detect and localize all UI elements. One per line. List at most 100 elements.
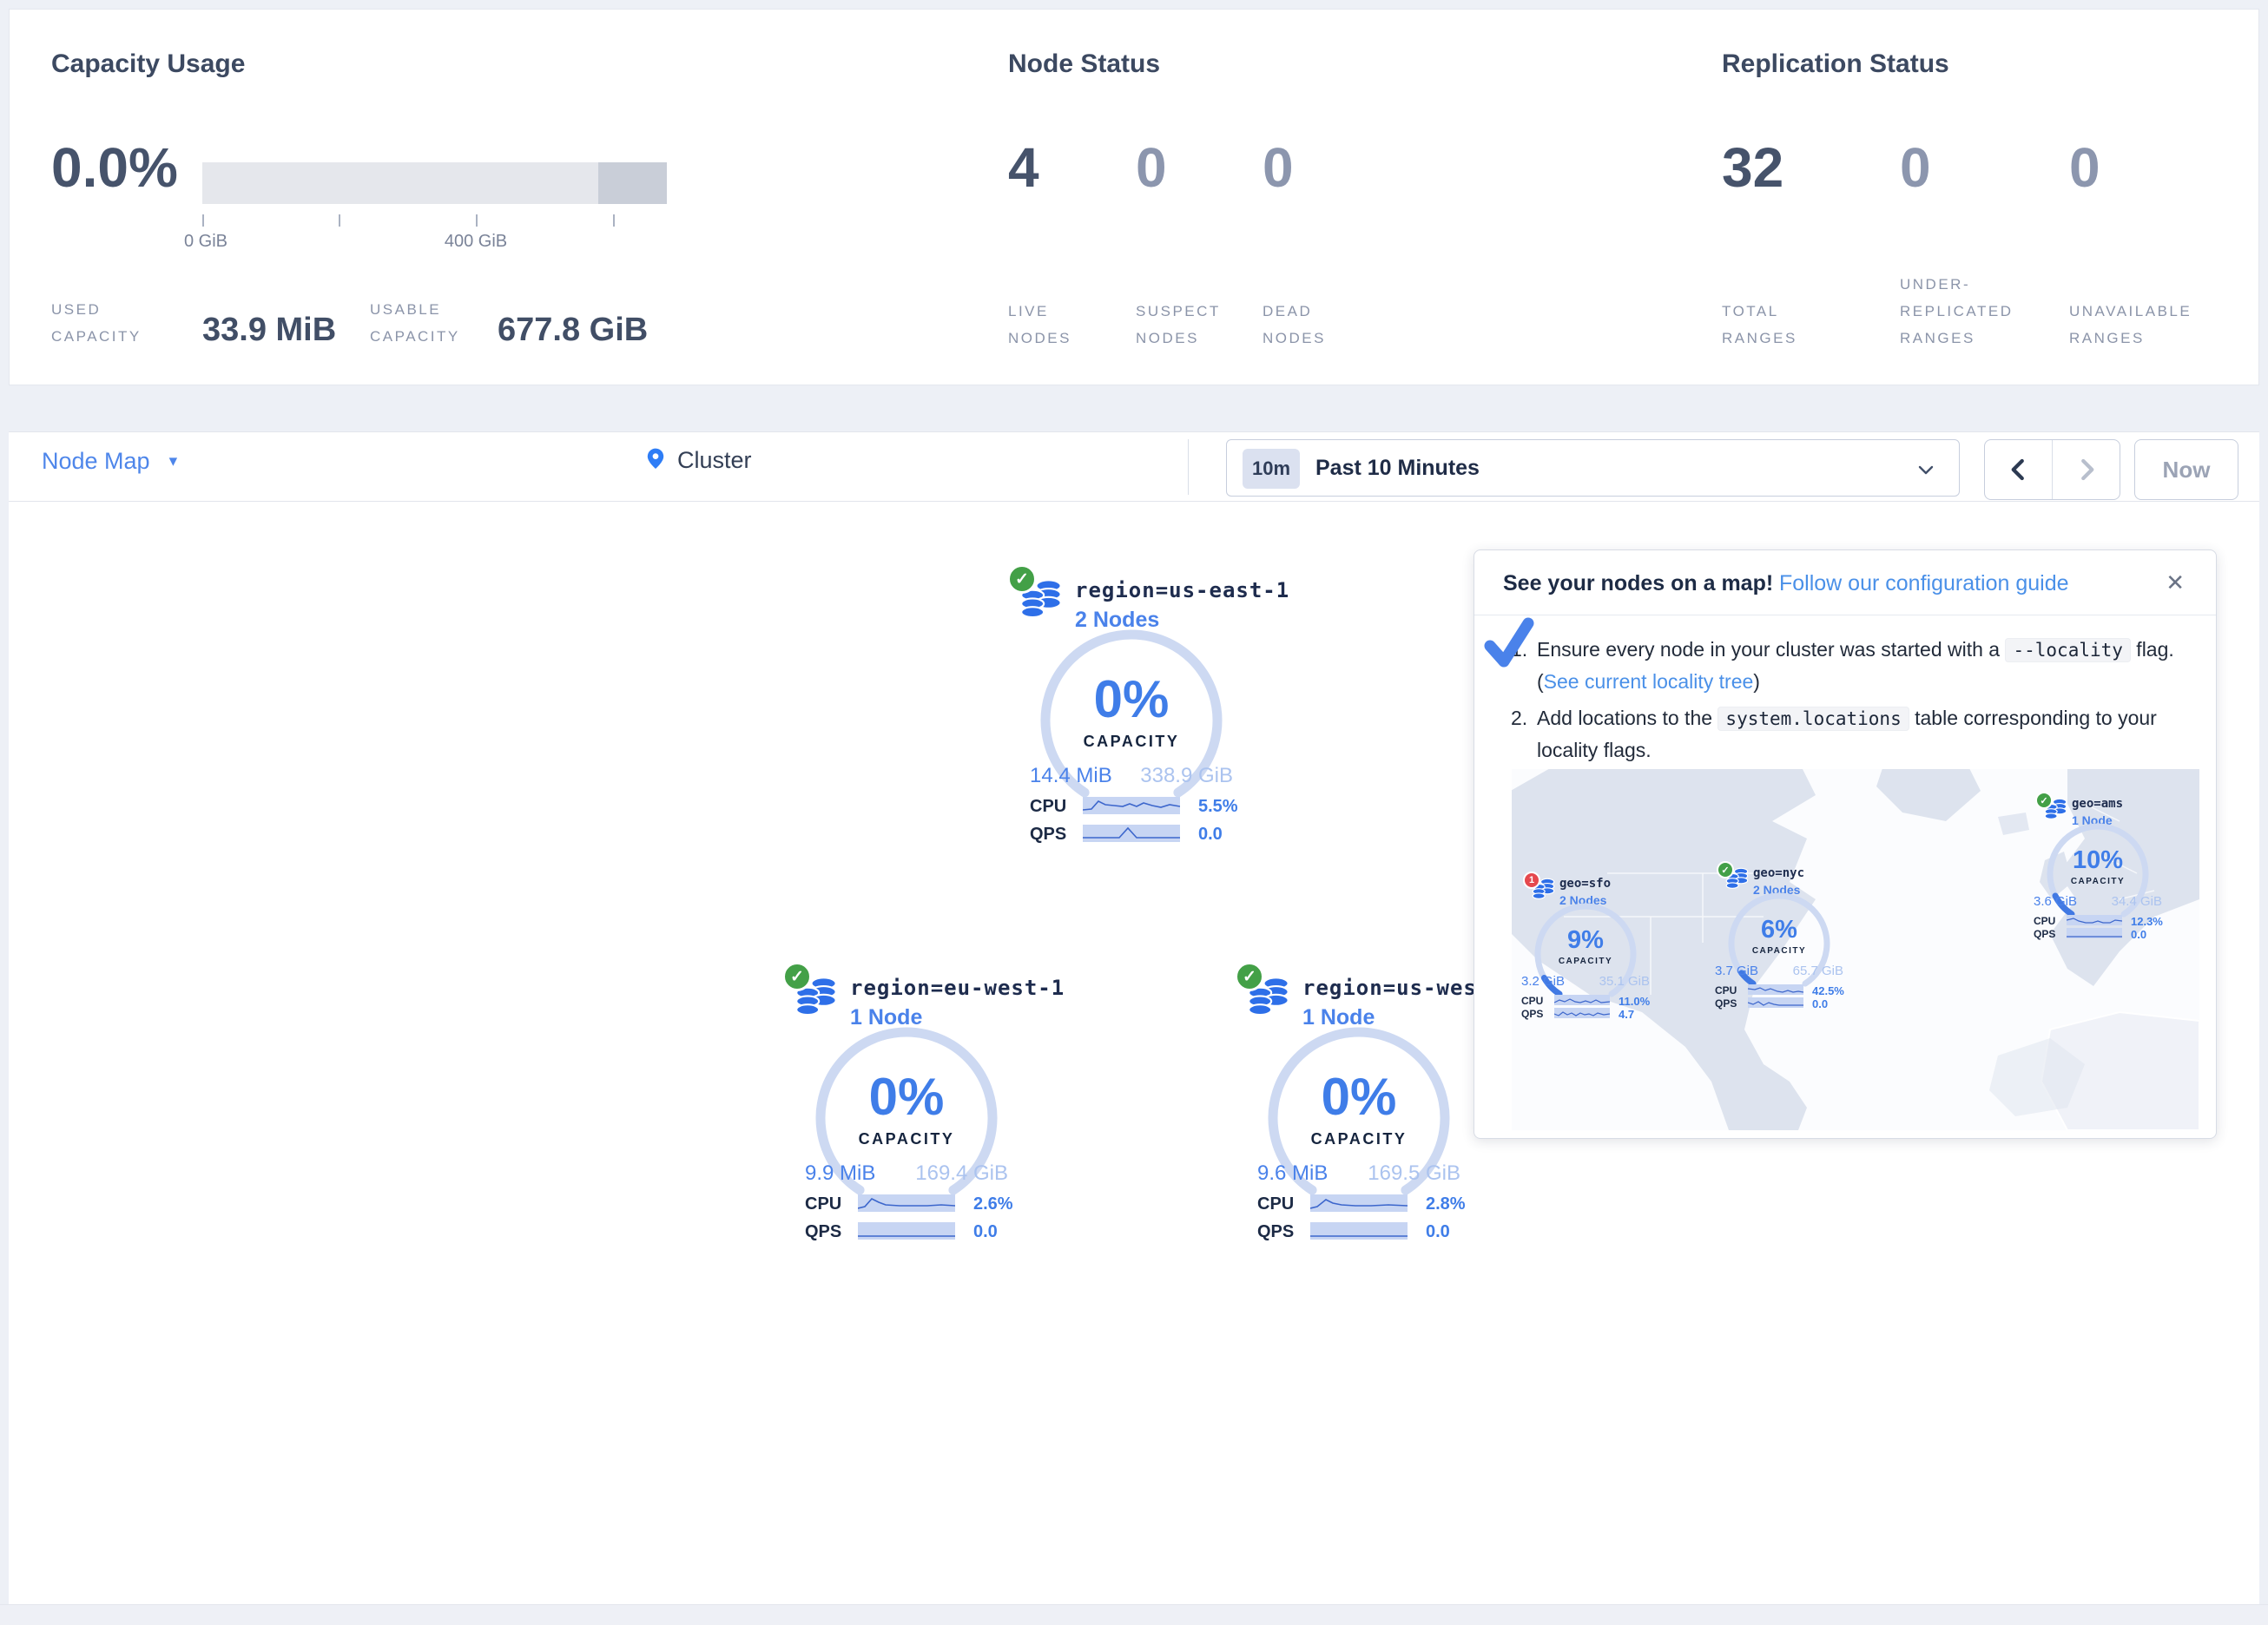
capacity-percent: 0% xyxy=(811,1071,1002,1123)
qps-label: QPS xyxy=(805,1222,841,1242)
capacity-usage-title: Capacity Usage xyxy=(51,49,245,79)
capacity-label: CAPACITY xyxy=(1263,1130,1454,1148)
locality-tree-link[interactable]: See current locality tree xyxy=(1544,670,1754,693)
cpu-sparkline xyxy=(1310,1194,1408,1212)
qps-label: QPS xyxy=(1715,997,1737,1010)
usable-capacity-label: USABLE CAPACITY xyxy=(370,296,460,350)
unavailable-ranges-count: 0 xyxy=(2069,140,2100,195)
capacity-label: CAPACITY xyxy=(1532,957,1639,966)
capacity-tick-label: 0 GiB xyxy=(184,232,227,252)
capacity-percent: 0% xyxy=(1263,1071,1454,1123)
under-replicated-label: UNDER- REPLICATED RANGES xyxy=(1900,271,2014,352)
view-toolbar: Node Map▾ Cluster 10m Past 10 Minutes No… xyxy=(9,431,2259,502)
cpu-label: CPU xyxy=(1030,797,1066,817)
capacity-total-value: 34.4 GiB xyxy=(2112,894,2162,909)
usable-capacity-value: 677.8 GiB xyxy=(498,312,648,349)
qps-label: QPS xyxy=(2034,928,2055,940)
capacity-used-value: 3.2 GiB xyxy=(1521,974,1565,989)
cpu-sparkline xyxy=(858,1194,955,1212)
map-node-card-nyc[interactable]: ✓ geo=nyc 2 Nodes 6% CAPACITY 3.7 GiB 65… xyxy=(1710,854,1849,1010)
time-step-back-button[interactable] xyxy=(1985,440,2053,499)
time-range-badge: 10m xyxy=(1243,449,1300,489)
time-step-forward-button[interactable] xyxy=(2053,440,2120,499)
step-text: Add locations to the xyxy=(1537,707,1717,729)
cpu-value: 42.5% xyxy=(1812,984,1844,997)
time-range-select[interactable]: 10m Past 10 Minutes xyxy=(1226,439,1960,497)
qps-sparkline xyxy=(1083,825,1180,842)
geo-name: geo=nyc xyxy=(1753,866,1804,880)
capacity-total-value: 169.5 GiB xyxy=(1368,1161,1460,1186)
total-ranges-count: 32 xyxy=(1722,140,1783,195)
warning-badge-icon: 1 xyxy=(1523,872,1540,889)
blue-check-icon xyxy=(1481,616,1535,674)
cpu-sparkline xyxy=(1083,797,1180,814)
capacity-used-value: 9.6 MiB xyxy=(1257,1161,1328,1186)
chevron-down-icon xyxy=(1915,459,1936,484)
qps-sparkline xyxy=(2067,928,2122,938)
capacity-used-value: 14.4 MiB xyxy=(1030,764,1112,788)
map-pin-icon xyxy=(644,444,667,477)
popup-title: See your nodes on a map! xyxy=(1503,571,1773,596)
healthy-check-icon: ✓ xyxy=(782,962,812,991)
now-button[interactable]: Now xyxy=(2134,439,2238,500)
capacity-label: CAPACITY xyxy=(1036,733,1227,751)
healthy-check-icon: ✓ xyxy=(1007,564,1037,594)
live-nodes-label: LIVE NODES xyxy=(1008,298,1071,352)
healthy-check-icon: ✓ xyxy=(1717,861,1734,878)
capacity-used-value: 9.9 MiB xyxy=(805,1161,875,1186)
capacity-percent: 10% xyxy=(2044,848,2152,873)
cpu-value: 2.6% xyxy=(973,1194,1013,1214)
step-text: ) xyxy=(1753,670,1760,693)
cpu-sparkline xyxy=(1748,984,1803,995)
qps-value: 0.0 xyxy=(1426,1222,1450,1242)
map-node-card-sfo[interactable]: 1 geo=sfo 2 Nodes 9% CAPACITY 3.2 GiB 35… xyxy=(1516,865,1655,1021)
toolbar-divider xyxy=(1188,439,1189,495)
cpu-value: 2.8% xyxy=(1426,1194,1466,1214)
capacity-used-value: 3.6 GiB xyxy=(2034,894,2077,909)
view-selector-dropdown[interactable]: Node Map▾ xyxy=(42,448,177,475)
cpu-sparkline xyxy=(1554,995,1610,1005)
configuration-guide-link[interactable]: Follow our configuration guide xyxy=(1779,571,2069,596)
cluster-overview-screen: Capacity Usage 0.0% 0 GiB 400 GiB USED C… xyxy=(0,0,2268,1625)
used-capacity-value: 33.9 MiB xyxy=(202,312,336,349)
capacity-label: CAPACITY xyxy=(2044,877,2152,886)
capacity-usage-bar-dark-segment xyxy=(598,162,667,204)
qps-value: 0.0 xyxy=(1812,997,1828,1010)
breadcrumb[interactable]: Cluster xyxy=(644,444,752,477)
capacity-label: CAPACITY xyxy=(1725,946,1833,956)
region-card-us-west-1[interactable]: ✓ region=us-west-1 1 Node 0% CAPACITY 9.… xyxy=(1233,962,1485,1257)
region-name: region=eu-west-1 xyxy=(850,976,1065,1000)
cpu-value: 11.0% xyxy=(1619,995,1650,1008)
capacity-tick xyxy=(339,214,340,227)
instruction-step-1: 1.Ensure every node in your cluster was … xyxy=(1511,634,2186,697)
region-card-us-east-1[interactable]: ✓ region=us-east-1 2 Nodes 0% CAPACITY 1… xyxy=(1005,564,1257,859)
qps-sparkline xyxy=(858,1222,955,1240)
locality-setup-popup: See your nodes on a map! Follow our conf… xyxy=(1474,549,2217,1139)
qps-value: 0.0 xyxy=(1198,825,1223,845)
qps-label: QPS xyxy=(1030,825,1066,845)
live-nodes-count: 4 xyxy=(1008,140,1039,195)
dead-nodes-label: DEAD NODES xyxy=(1263,298,1326,352)
close-icon[interactable]: ✕ xyxy=(2166,569,2185,596)
cpu-sparkline xyxy=(2067,915,2122,925)
locality-flag-code: --locality xyxy=(2005,638,2130,662)
qps-value: 0.0 xyxy=(973,1222,998,1242)
time-range-label: Past 10 Minutes xyxy=(1315,456,1480,481)
healthy-check-icon: ✓ xyxy=(1235,962,1264,991)
map-node-card-ams[interactable]: ✓ geo=ams 1 Node 10% CAPACITY 3.6 GiB 34… xyxy=(2028,785,2167,941)
stats-summary-panel: Capacity Usage 0.0% 0 GiB 400 GiB USED C… xyxy=(9,9,2259,385)
caret-down-icon: ▾ xyxy=(169,452,178,470)
system-locations-code: system.locations xyxy=(1717,707,1909,731)
cpu-label: CPU xyxy=(2034,915,2055,927)
capacity-tick-label: 400 GiB xyxy=(445,232,507,252)
node-status-title: Node Status xyxy=(1008,49,1160,79)
used-capacity-label: USED CAPACITY xyxy=(51,296,142,350)
popup-instructions: 1.Ensure every node in your cluster was … xyxy=(1511,634,2186,771)
capacity-total-value: 65.7 GiB xyxy=(1793,964,1843,978)
capacity-percent: 0% xyxy=(1036,674,1227,726)
capacity-percent: 6% xyxy=(1725,918,1833,943)
region-card-eu-west-1[interactable]: ✓ region=eu-west-1 1 Node 0% CAPACITY 9.… xyxy=(781,962,1032,1257)
dead-nodes-count: 0 xyxy=(1263,140,1294,195)
capacity-percent: 9% xyxy=(1532,928,1639,953)
total-ranges-label: TOTAL RANGES xyxy=(1722,298,1797,352)
